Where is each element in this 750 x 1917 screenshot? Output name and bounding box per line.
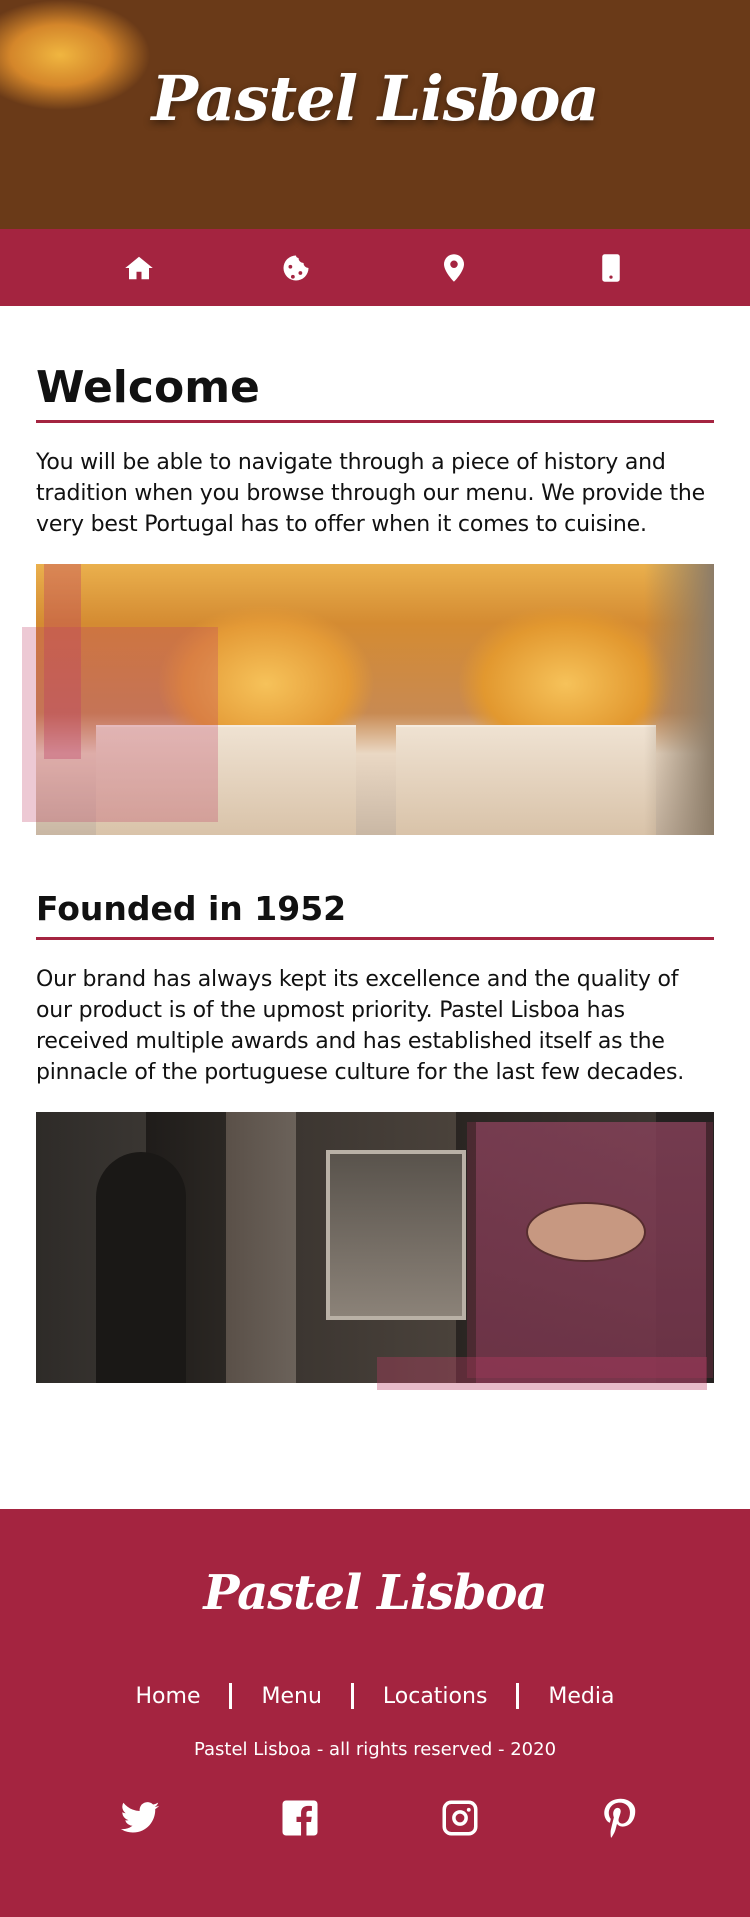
founded-paragraph: Our brand has always kept its excellence… [36, 967, 685, 1085]
pinterest-icon [604, 1798, 636, 1838]
main-content: Welcome You will be able to navigate thr… [0, 362, 750, 1390]
decor-overlay-bar [44, 564, 81, 759]
pinterest-link[interactable] [598, 1796, 642, 1840]
footer-link-menu[interactable]: Menu [232, 1684, 350, 1709]
founded-heading: Founded in 1952 [36, 889, 714, 940]
site-footer: Pastel Lisboa Home Menu Locations Media … [0, 1509, 750, 1917]
instagram-icon [442, 1800, 478, 1836]
social-links [0, 1796, 750, 1840]
nav-menu-button[interactable] [276, 248, 316, 288]
footer-link-locations[interactable]: Locations [354, 1684, 517, 1709]
welcome-heading: Welcome [36, 362, 714, 423]
instagram-link[interactable] [438, 1796, 482, 1840]
mobile-phone-icon [602, 253, 620, 282]
street-shopfront [326, 1150, 466, 1320]
map-pin-icon [443, 253, 464, 282]
footer-link-home[interactable]: Home [107, 1684, 230, 1709]
cakes-image [22, 564, 714, 835]
footer-logo: Pastel Lisboa [203, 1565, 547, 1621]
footer-link-media[interactable]: Media [519, 1684, 643, 1709]
facebook-link[interactable] [278, 1796, 322, 1840]
decor-overlay-square [467, 1122, 713, 1378]
nav-media-button[interactable] [591, 248, 631, 288]
home-icon [125, 256, 153, 279]
hero-title: Pastel Lisboa [151, 62, 599, 135]
facebook-icon [282, 1800, 318, 1836]
nav-locations-button[interactable] [434, 248, 474, 288]
decor-overlay-bar [377, 1357, 707, 1390]
welcome-paragraph: You will be able to navigate through a p… [36, 450, 705, 537]
street-image [36, 1112, 714, 1390]
twitter-icon [120, 1802, 160, 1833]
top-navbar [0, 229, 750, 306]
footer-nav: Home Menu Locations Media [0, 1683, 750, 1709]
hero-banner: Pastel Lisboa [0, 0, 750, 229]
photo-shadow [644, 564, 714, 835]
cake-wrapper-right [396, 725, 656, 835]
cookie-icon [283, 255, 309, 280]
copyright-text: Pastel Lisboa - all rights reserved - 20… [193, 1739, 557, 1760]
twitter-link[interactable] [118, 1796, 162, 1840]
street-door [96, 1152, 186, 1383]
nav-home-button[interactable] [119, 248, 159, 288]
